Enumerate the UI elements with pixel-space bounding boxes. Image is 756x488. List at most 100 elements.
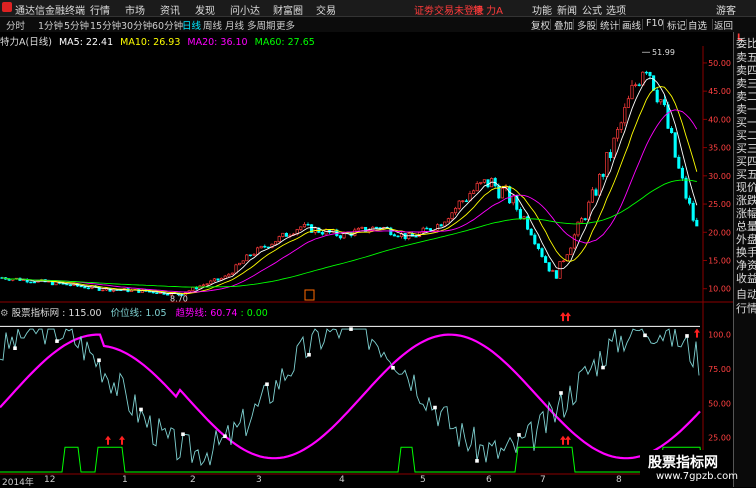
- period-monthly[interactable]: 月线: [225, 18, 244, 32]
- candle-body: [252, 253, 256, 256]
- price-marker: [55, 339, 59, 343]
- sidebar-item-14[interactable]: 总量: [736, 220, 756, 233]
- candle-body: [79, 285, 83, 288]
- guest-label[interactable]: 游客: [716, 2, 736, 17]
- price-marker: [97, 358, 101, 363]
- menu-shichang[interactable]: 市场: [125, 2, 145, 17]
- sidebar-item-17[interactable]: 净资: [736, 259, 756, 272]
- menu-faxian[interactable]: 发现: [195, 2, 215, 17]
- btn-fanhui[interactable]: 返回: [714, 18, 733, 32]
- sidebar-item-9[interactable]: 买四: [736, 155, 756, 168]
- watermark-title: 股票指标网: [648, 455, 718, 471]
- price-marker: [433, 405, 437, 410]
- sidebar-item-7[interactable]: 买二: [736, 129, 756, 142]
- sidebar-item-20[interactable]: 行情: [736, 302, 756, 315]
- candle-body: [482, 179, 486, 183]
- candle-body: [101, 289, 105, 292]
- btn-duogu[interactable]: 多股: [577, 18, 596, 32]
- candle-body: [241, 260, 245, 264]
- period-daily[interactable]: 日线: [182, 18, 201, 32]
- candle-body: [551, 270, 555, 272]
- price-marker: [265, 382, 269, 387]
- btn-diejia[interactable]: 叠加: [554, 18, 573, 32]
- sidebar-item-15[interactable]: 外盘: [736, 233, 756, 246]
- candle-body: [684, 177, 688, 199]
- menu-gongneng[interactable]: 功能: [532, 2, 552, 17]
- menu-caifuquan[interactable]: 财富圈: [273, 2, 303, 17]
- event-marker-icon: [304, 289, 315, 301]
- sidebar-item-11[interactable]: 现价: [736, 181, 756, 194]
- btn-f10[interactable]: F10: [646, 18, 664, 29]
- sidebar-item-5[interactable]: 卖一: [736, 103, 756, 116]
- period-30min[interactable]: 30分钟: [121, 18, 152, 32]
- btn-zixuan[interactable]: 自选: [688, 18, 707, 32]
- period-15min[interactable]: 15分钟: [90, 18, 121, 32]
- candle-body: [540, 248, 544, 257]
- btn-tongji[interactable]: 统计: [600, 18, 619, 32]
- price-marker: [349, 327, 353, 331]
- candle-body: [533, 234, 537, 245]
- sidebar-item-4[interactable]: 卖二: [736, 90, 756, 103]
- sidebar-item-10[interactable]: 买五: [736, 168, 756, 181]
- period-1min[interactable]: 1分钟: [38, 18, 63, 32]
- menu-hangqing[interactable]: 行情: [90, 2, 110, 17]
- period-fenshi[interactable]: 分时: [6, 18, 25, 32]
- candle-body: [299, 226, 303, 230]
- candle-body: [274, 241, 278, 245]
- btn-fuquan[interactable]: 复权: [531, 18, 550, 32]
- menu-xinwen[interactable]: 新闻: [557, 2, 577, 17]
- gear-icon[interactable]: ⚙: [0, 308, 9, 319]
- menu-zixun[interactable]: 资讯: [160, 2, 180, 17]
- candle-body: [425, 227, 429, 230]
- period-60min[interactable]: 60分钟: [152, 18, 183, 32]
- sidebar-item-8[interactable]: 买三: [736, 142, 756, 155]
- menu-wenxiaoda[interactable]: 问小达: [230, 2, 260, 17]
- candle-body: [324, 229, 328, 235]
- sidebar-item-6[interactable]: 买一: [736, 116, 756, 129]
- toolbar-divider: [619, 19, 620, 30]
- sidebar-item-1[interactable]: 卖五: [736, 51, 756, 64]
- menu-xuanxiang[interactable]: 选项: [606, 2, 626, 17]
- sidebar-item-19[interactable]: 自动: [736, 288, 756, 301]
- candle-body: [547, 262, 551, 272]
- period-toolbar: 分时 1分钟 5分钟 15分钟 30分钟 60分钟 日线 周线 月线 多周期 更…: [0, 17, 756, 33]
- candle-body: [666, 104, 670, 129]
- sidebar-item-16[interactable]: 换手: [736, 246, 756, 259]
- kline-chart[interactable]: 50.00 45.00 40.00 35.00 30.00 25.00 20.00 15.00…: [0, 32, 733, 487]
- period-multi[interactable]: 多周期: [247, 18, 276, 32]
- sidebar-item-3[interactable]: 卖三: [736, 77, 756, 90]
- candle-body: [472, 190, 476, 194]
- ma-stock-name: 特力A(日线): [0, 37, 52, 48]
- price-tick: 35.00: [708, 144, 731, 153]
- btn-huaxian[interactable]: 画线: [622, 18, 641, 32]
- candle-body: [688, 197, 692, 204]
- candle-body: [475, 183, 479, 192]
- candle-body: [284, 232, 288, 237]
- candle-body: [392, 234, 396, 237]
- sidebar-item-13[interactable]: 涨幅: [736, 207, 756, 220]
- xaxis-month-4: 4: [339, 475, 345, 485]
- sidebar-item-0[interactable]: 委比: [736, 37, 756, 50]
- candle-body: [191, 286, 195, 292]
- candle-body: [29, 281, 33, 284]
- menu-jiaoyi[interactable]: 交易: [316, 2, 336, 17]
- price-tick: 50.00: [708, 59, 731, 68]
- candle-body: [626, 98, 630, 108]
- price-tick: 20.00: [708, 228, 731, 237]
- indicator-tick: 75.00: [708, 365, 731, 374]
- period-more[interactable]: 更多: [276, 18, 295, 32]
- sidebar-item-12[interactable]: 涨跌: [736, 194, 756, 207]
- sidebar-item-18[interactable]: 收益: [736, 272, 756, 285]
- btn-biaoji[interactable]: 标记: [667, 18, 686, 32]
- price-marker: [139, 407, 143, 412]
- candle-body: [536, 243, 540, 249]
- menu-gongshi[interactable]: 公式: [582, 2, 602, 17]
- candle-body: [194, 286, 198, 290]
- price-tick: 40.00: [708, 115, 731, 124]
- period-weekly[interactable]: 周线: [203, 18, 222, 32]
- signal-value: : 0.00: [240, 308, 268, 319]
- sidebar-item-2[interactable]: 卖四: [736, 64, 756, 77]
- period-5min[interactable]: 5分钟: [64, 18, 89, 32]
- candle-body: [338, 235, 342, 239]
- trend-line-value: 趋势线: 60.74: [175, 308, 238, 319]
